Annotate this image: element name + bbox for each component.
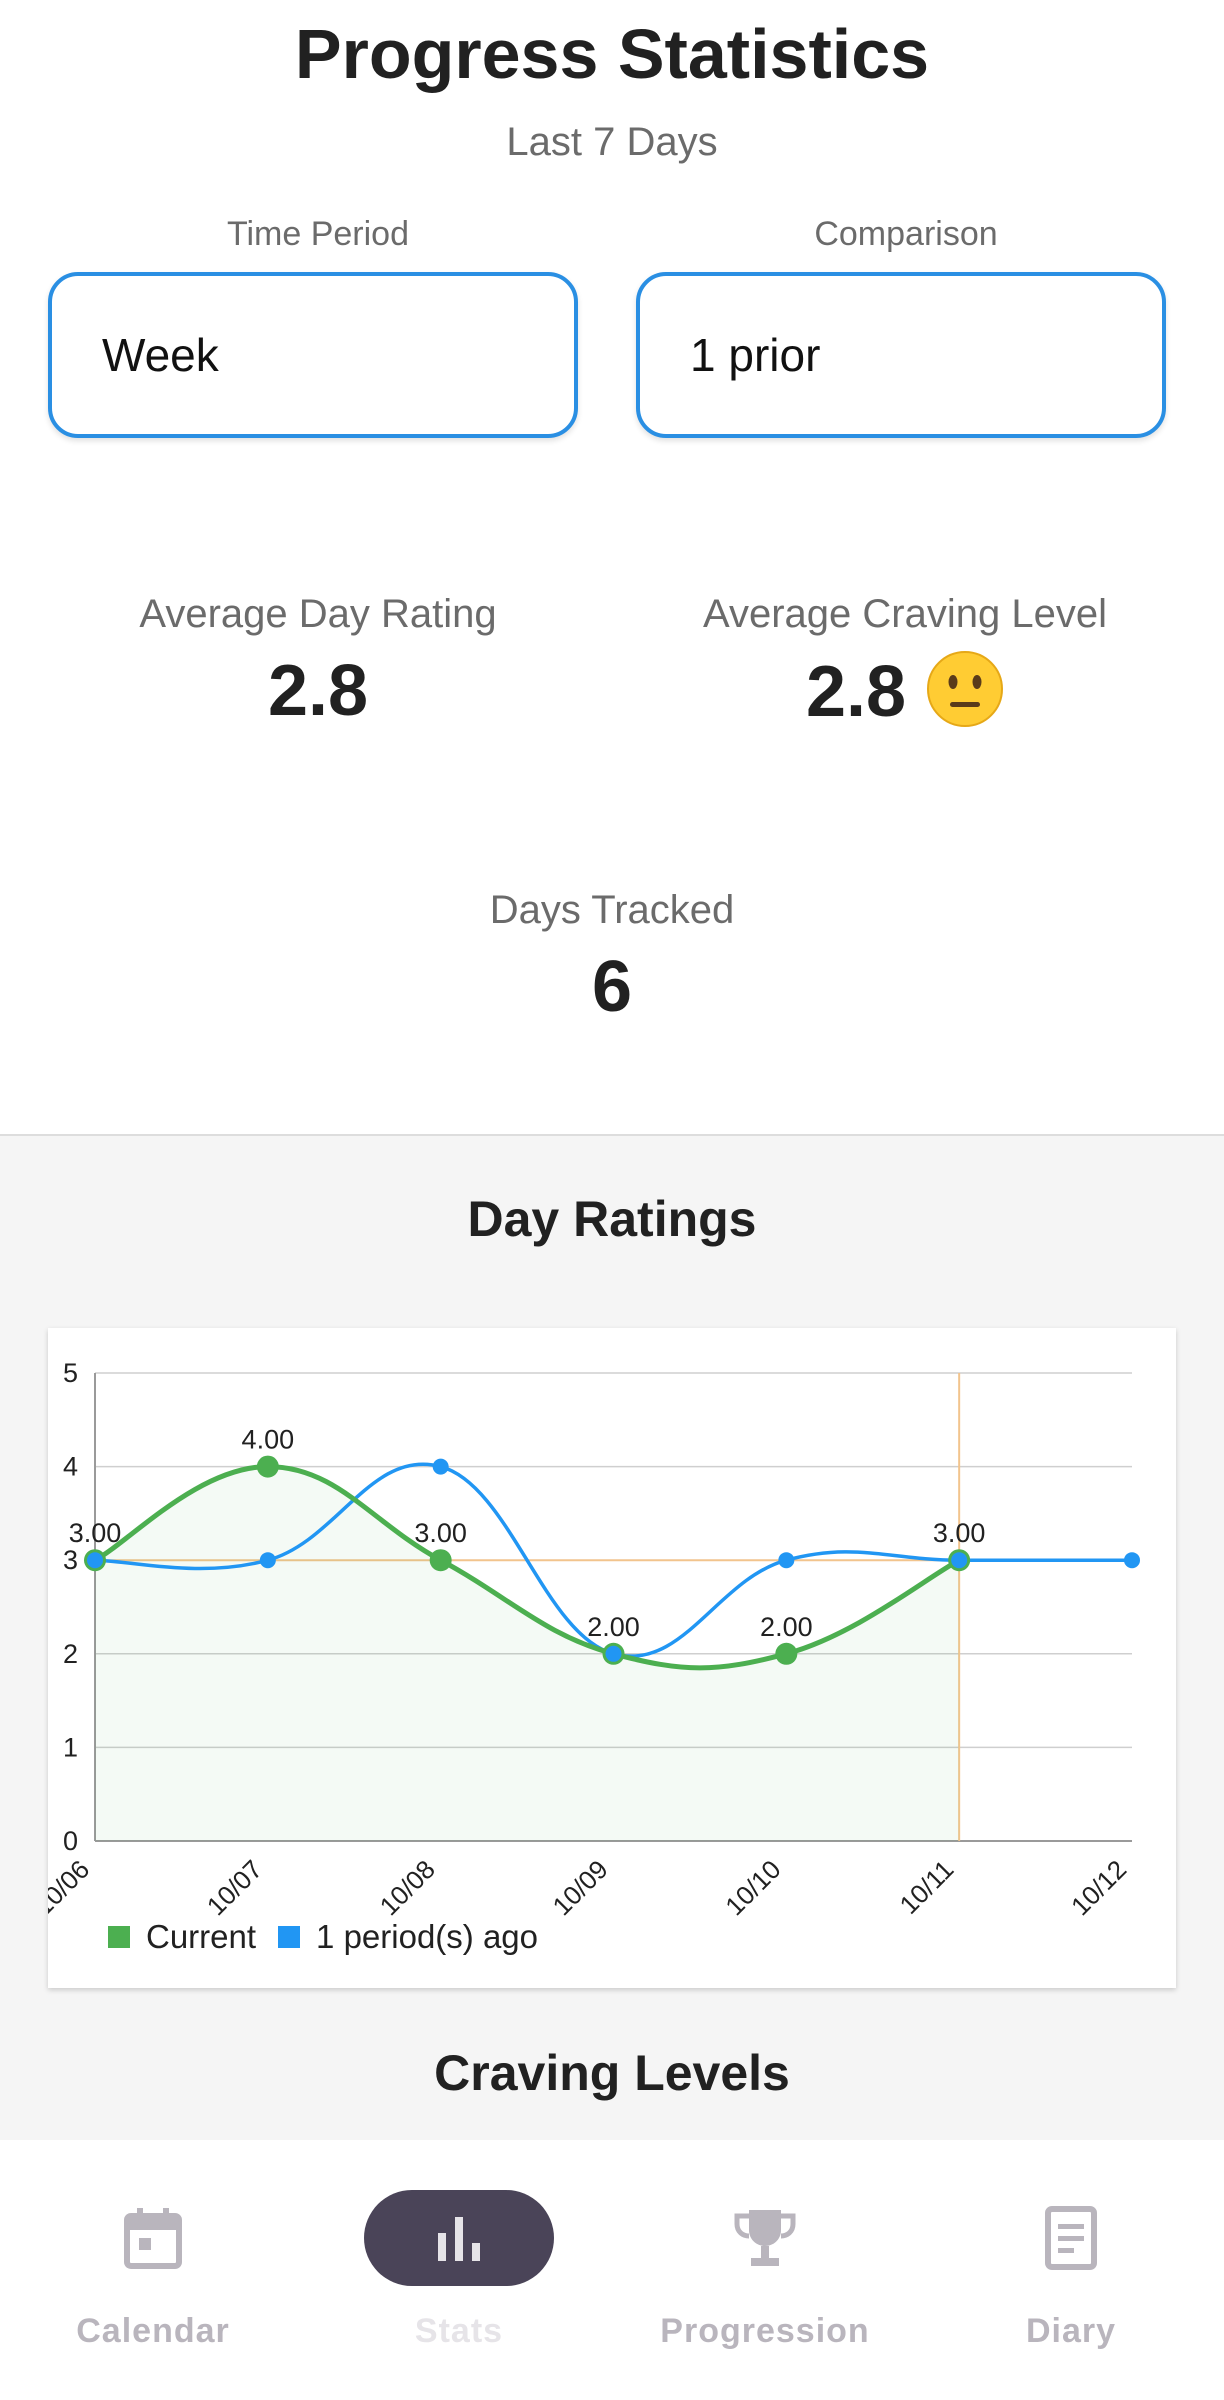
x-tick-label: 10/09	[547, 1854, 614, 1921]
y-tick-label: 0	[63, 1826, 78, 1856]
nav-label-diary: Diary	[1025, 2312, 1117, 2350]
legend-item-prior[interactable]: 1 period(s) ago	[278, 1918, 538, 1956]
y-tick-label: 2	[63, 1639, 78, 1669]
nav-label-stats: Stats	[414, 2312, 504, 2350]
prior-point	[778, 1552, 795, 1569]
header: Progress Statistics Last 7 Days Time Per…	[0, 0, 1224, 490]
nav-item-diary[interactable]: Diary	[918, 2140, 1224, 2400]
day-ratings-chart[interactable]: 0 1 2 3 4 5 10/06 10/07 10/08 10/09 10/10 10/11 10/1…	[48, 1328, 1176, 1988]
days-tracked-value: 6	[591, 947, 633, 1027]
time-period-select[interactable]: Week	[48, 272, 578, 438]
current-point	[256, 1455, 279, 1478]
current-point	[429, 1549, 452, 1572]
nav-label-calendar: Calendar	[76, 2312, 230, 2350]
comparison-value: 1 prior	[690, 329, 821, 381]
prior-point	[259, 1552, 276, 1569]
y-tick-label: 5	[63, 1358, 78, 1388]
prior-point	[1124, 1552, 1140, 1569]
nav-item-calendar[interactable]: Calendar	[0, 2140, 306, 2400]
craving-levels-title: Craving Levels	[434, 2045, 790, 2101]
comparison-label: Comparison	[814, 215, 998, 253]
y-tick-label: 3	[63, 1545, 78, 1575]
series-current-area	[95, 1466, 960, 1841]
nav-item-stats[interactable]: Stats	[306, 2140, 612, 2400]
nav-item-progression[interactable]: Progression	[612, 2140, 918, 2400]
bar-chart-icon	[438, 2217, 480, 2261]
nav-stats-icon-wrap	[364, 2190, 554, 2286]
data-label-current: 3.00	[933, 1518, 986, 1548]
legend-label-current: Current	[146, 1918, 257, 1955]
page-title: Progress Statistics	[294, 15, 930, 93]
data-label-current: 2.00	[587, 1612, 640, 1642]
days-tracked-label: Days Tracked	[489, 888, 735, 932]
period-subtitle: Last 7 Days	[506, 120, 718, 164]
prior-point	[87, 1552, 103, 1569]
data-label-current: 4.00	[242, 1425, 295, 1455]
legend-swatch-current	[108, 1926, 130, 1948]
calendar-icon	[124, 2208, 182, 2269]
data-label-current: 3.00	[69, 1518, 122, 1548]
nav-diary-icon-wrap	[976, 2190, 1166, 2286]
legend-swatch-prior	[278, 1926, 301, 1948]
legend-item-current[interactable]: Current	[108, 1918, 256, 1956]
nav-progression-icon-wrap	[670, 2190, 860, 2286]
time-period-value: Week	[102, 329, 219, 381]
avg-craving-value: 2.8	[805, 652, 907, 732]
nav-calendar-icon-wrap	[58, 2190, 248, 2286]
y-tick-label: 4	[63, 1452, 78, 1482]
legend-label-prior: 1 period(s) ago	[316, 1918, 539, 1955]
diary-icon	[1045, 2206, 1097, 2270]
x-tick-label: 10/07	[201, 1854, 268, 1921]
current-point	[775, 1642, 798, 1665]
chart-legend: Current 1 period(s) ago	[108, 1918, 560, 1956]
day-ratings-chart-svg[interactable]: 0 1 2 3 4 5 10/06 10/07 10/08 10/09 10/10 10/11 10/1…	[48, 1328, 1176, 1988]
stats-summary: Average Day Rating 2.8 Average Craving L…	[0, 490, 1224, 1136]
x-tick-label: 10/12	[1065, 1854, 1132, 1921]
x-tick-label: 10/08	[374, 1854, 441, 1921]
trophy-icon	[734, 2210, 796, 2266]
y-tick-label: 1	[63, 1732, 78, 1762]
prior-point	[951, 1552, 968, 1569]
bottom-navigation: Calendar Stats Progression Diary	[0, 2140, 1224, 2400]
avg-craving-label: Average Craving Level	[703, 592, 1107, 636]
avg-craving-stat: 2.8	[640, 650, 1170, 733]
avg-day-rating-label: Average Day Rating	[139, 592, 497, 636]
avg-day-rating-value: 2.8	[267, 651, 369, 731]
time-period-label: Time Period	[226, 215, 410, 253]
prior-point	[605, 1645, 622, 1662]
charts-area[interactable]: Day Ratings 0 1 2 3 4 5 10/06 10/07 10/08 10/09 10…	[0, 1136, 1224, 2140]
neutral-face-icon	[927, 651, 1004, 727]
data-label-current: 2.00	[760, 1612, 813, 1642]
x-tick-label: 10/11	[894, 1854, 960, 1920]
comparison-select[interactable]: 1 prior	[636, 272, 1166, 438]
day-ratings-title: Day Ratings	[467, 1191, 757, 1247]
prior-point	[432, 1458, 449, 1475]
x-tick-label: 10/10	[719, 1854, 786, 1921]
nav-label-progression: Progression	[660, 2312, 870, 2350]
data-label-current: 3.00	[414, 1518, 467, 1548]
x-tick-label: 10/06	[48, 1854, 95, 1921]
